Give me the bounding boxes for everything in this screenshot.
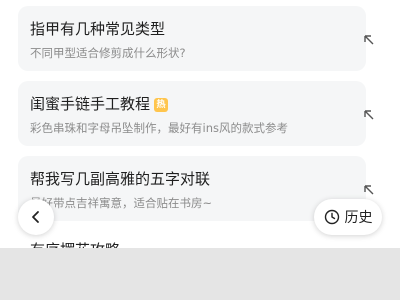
hot-badge: 热 bbox=[154, 98, 169, 112]
suggestion-title-text: 闺蜜手链手工教程 bbox=[30, 95, 151, 113]
arrow-up-left-icon[interactable] bbox=[362, 183, 376, 197]
history-button[interactable]: 历史 bbox=[314, 199, 382, 235]
history-label: 历史 bbox=[344, 210, 373, 226]
suggestion-title: 帮我写几副高雅的五字对联 bbox=[30, 170, 211, 188]
suggestion-subtitle: 最好带点吉祥寓意，适合贴在书房~ bbox=[30, 196, 213, 210]
arrow-up-left-icon[interactable] bbox=[362, 33, 376, 47]
arrow-up-left-icon[interactable] bbox=[362, 108, 376, 122]
clock-icon bbox=[324, 209, 339, 225]
suggestion-subtitle: 彩色串珠和字母吊坠制作，最好有ins风的款式参考 bbox=[30, 121, 288, 135]
bottom-overlay bbox=[0, 248, 400, 300]
suggestion-title: 指甲有几种常见类型 bbox=[30, 20, 166, 38]
suggestion-card[interactable]: 闺蜜手链手工教程热 彩色串珠和字母吊坠制作，最好有ins风的款式参考 bbox=[18, 81, 374, 146]
suggestion-card[interactable]: 指甲有几种常见类型 不同甲型适合修剪成什么形状? bbox=[18, 6, 374, 71]
chevron-left-icon bbox=[32, 211, 39, 223]
back-button[interactable] bbox=[18, 199, 54, 235]
suggestion-title: 闺蜜手链手工教程热 bbox=[30, 93, 169, 114]
suggestion-subtitle: 不同甲型适合修剪成什么形状? bbox=[30, 46, 186, 60]
